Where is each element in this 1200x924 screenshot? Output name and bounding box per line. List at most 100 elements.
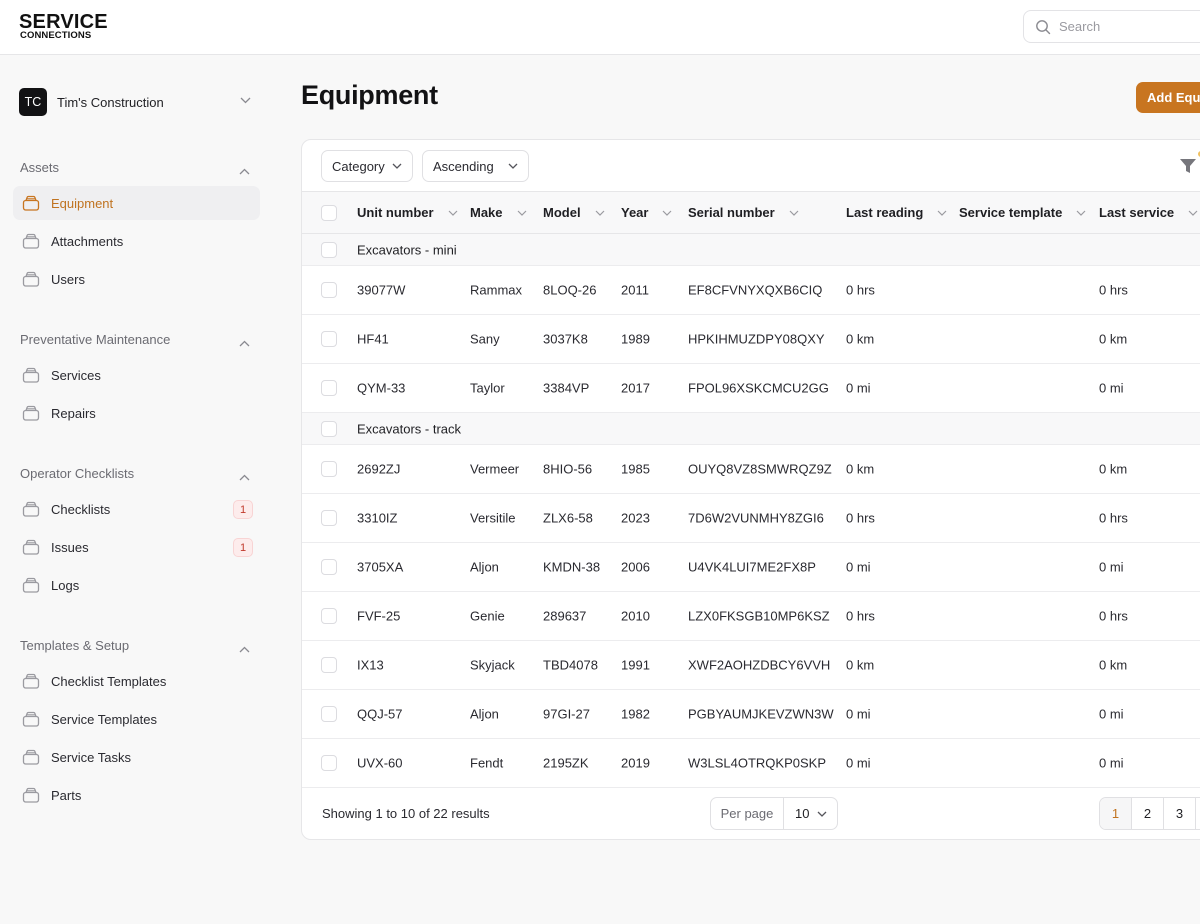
cell-unit-number: IX13: [357, 657, 384, 673]
table-row[interactable]: QYM-33 Taylor 3384VP 2017 FPOL96XSKCMCU2GG 0 …: [302, 364, 1200, 413]
group-by-dropdown[interactable]: Category: [321, 150, 413, 182]
cell-last-reading: 0 mi: [846, 380, 871, 396]
group-checkbox[interactable]: [321, 241, 337, 258]
row-checkbox[interactable]: [321, 657, 337, 673]
row-checkbox[interactable]: [321, 380, 337, 396]
table-row[interactable]: UVX-60 Fendt 2195ZK 2019 W3LSL4OTRQKP0SKP 0 m…: [302, 739, 1200, 788]
sidebar-item-label: Service Templates: [51, 711, 157, 727]
cell-last-service: 0 hrs: [1099, 608, 1128, 624]
sidebar-item-services[interactable]: Services: [13, 358, 260, 392]
section-title: Preventative Maintenance: [20, 331, 171, 347]
sidebar-item-service-templates[interactable]: Service Templates: [13, 702, 260, 736]
cell-serial-number: HPKIHMUZDPY08QXY: [688, 331, 825, 347]
box-icon: [22, 271, 40, 287]
sidebar-section-assets[interactable]: Assets: [20, 158, 260, 176]
table-row[interactable]: 2692ZJ Vermeer 8HIO-56 1985 OUYQ8VZ8SMWRQZ9Z…: [302, 445, 1200, 494]
search-input[interactable]: [1059, 19, 1199, 34]
select-all-checkbox[interactable]: [321, 205, 337, 221]
box-icon: [22, 711, 40, 727]
column-header-make[interactable]: Make: [470, 205, 527, 220]
row-checkbox[interactable]: [321, 559, 337, 575]
column-header-label: Make: [470, 205, 503, 220]
per-page-dropdown[interactable]: 10: [784, 798, 837, 829]
sort-chevron-icon: [782, 210, 799, 216]
sidebar-item-logs[interactable]: Logs: [13, 568, 260, 602]
table-row[interactable]: 3705XA Aljon KMDN-38 2006 U4VK4LUI7ME2FX8P 0 …: [302, 543, 1200, 592]
page-button-1[interactable]: 1: [1100, 798, 1132, 829]
column-header-label: Last service: [1099, 205, 1175, 220]
row-checkbox[interactable]: [321, 706, 337, 722]
table-row[interactable]: 3310IZ Versitile ZLX6-58 2023 7D6W2VUNMHY8ZG…: [302, 494, 1200, 543]
cell-last-service: 0 km: [1099, 331, 1128, 347]
table-row[interactable]: IX13 Skyjack TBD4078 1991 XWF2AOHZDBCY6VVH 0 …: [302, 641, 1200, 690]
cell-year: 1991: [621, 657, 650, 673]
sidebar-section-templates-setup[interactable]: Templates & Setup: [20, 636, 260, 654]
sidebar-section-operator-checklists[interactable]: Operator Checklists: [20, 464, 260, 482]
table-row[interactable]: HF41 Sany 3037K8 1989 HPKIHMUZDPY08QXY 0 km 0 …: [302, 315, 1200, 364]
sidebar-item-equipment[interactable]: Equipment: [13, 186, 260, 220]
box-icon: [22, 195, 40, 211]
sidebar-item-checklist-templates[interactable]: Checklist Templates: [13, 664, 260, 698]
brand-logo[interactable]: SERVICE CONNECTIONS: [19, 11, 109, 43]
sidebar-item-repairs[interactable]: Repairs: [13, 396, 260, 430]
column-header-label: Model: [543, 205, 581, 220]
column-header-serial-number[interactable]: Serial number: [688, 205, 799, 220]
row-checkbox[interactable]: [321, 461, 337, 477]
add-equipment-button[interactable]: Add Equipment: [1136, 82, 1200, 113]
sidebar-item-checklists[interactable]: Checklists 1: [13, 492, 260, 526]
cell-unit-number: HF41: [357, 331, 389, 347]
sidebar-item-service-tasks[interactable]: Service Tasks: [13, 740, 260, 774]
sort-chevron-icon: [1181, 210, 1198, 216]
cell-make: Genie: [470, 608, 505, 624]
org-switcher[interactable]: TC Tim's Construction: [19, 88, 259, 116]
sidebar-item-label: Equipment: [51, 195, 114, 211]
row-checkbox[interactable]: [321, 608, 337, 624]
group-row[interactable]: Excavators - track: [302, 413, 1200, 445]
sort-chevron-icon: [510, 210, 527, 216]
column-header-label: Serial number: [688, 205, 775, 220]
org-name: Tim's Construction: [57, 94, 164, 110]
row-checkbox[interactable]: [321, 510, 337, 526]
column-header-year[interactable]: Year: [621, 205, 672, 220]
column-header-last-service[interactable]: Last service: [1099, 205, 1198, 220]
sidebar-item-label: Repairs: [51, 405, 96, 421]
cell-serial-number: PGBYAUMJKEVZWN3W: [688, 706, 834, 722]
sidebar-section-preventative-maintenance[interactable]: Preventative Maintenance: [20, 330, 260, 348]
group-checkbox[interactable]: [321, 420, 337, 437]
table-row[interactable]: QQJ-57 Aljon 97GI-27 1982 PGBYAUMJKEVZWN3W 0 …: [302, 690, 1200, 739]
cell-last-service: 0 km: [1099, 657, 1128, 673]
cell-last-service: 0 mi: [1099, 755, 1124, 771]
sidebar-item-parts[interactable]: Parts: [13, 778, 260, 812]
table-row[interactable]: FVF-25 Genie 289637 2010 LZX0FKSGB10MP6KSZ 0 …: [302, 592, 1200, 641]
page-button-2[interactable]: 2: [1132, 798, 1164, 829]
column-header-unit-number[interactable]: Unit number: [357, 205, 458, 220]
sidebar-item-users[interactable]: Users: [13, 262, 260, 296]
cell-model: TBD4078: [543, 657, 598, 673]
sidebar-item-issues[interactable]: Issues 1: [13, 530, 260, 564]
table-row[interactable]: 39077W Rammax 8LOQ-26 2011 EF8CFVNYXQXB6CIQ 0…: [302, 266, 1200, 315]
table-footer: Showing 1 to 10 of 22 results Per page 1…: [302, 787, 1200, 839]
column-header-service-template[interactable]: Service template: [959, 205, 1086, 220]
cell-year: 2006: [621, 559, 650, 575]
row-checkbox[interactable]: [321, 331, 337, 347]
group-row[interactable]: Excavators - mini: [302, 234, 1200, 266]
sidebar-item-label: Checklists: [51, 501, 111, 517]
cell-year: 2023: [621, 510, 650, 526]
filter-icon[interactable]: [1178, 156, 1198, 176]
cell-model: 289637: [543, 608, 587, 624]
page-button-3[interactable]: 3: [1164, 798, 1196, 829]
row-checkbox[interactable]: [321, 755, 337, 771]
section-title: Operator Checklists: [20, 465, 135, 481]
column-header-last-reading[interactable]: Last reading: [846, 205, 947, 220]
column-header-model[interactable]: Model: [543, 205, 605, 220]
cell-last-service: 0 mi: [1099, 559, 1124, 575]
box-icon: [22, 749, 40, 765]
sidebar-item-attachments[interactable]: Attachments: [13, 224, 260, 258]
row-checkbox[interactable]: [321, 282, 337, 298]
cell-serial-number: XWF2AOHZDBCY6VVH: [688, 657, 831, 673]
cell-serial-number: EF8CFVNYXQXB6CIQ: [688, 282, 823, 298]
search-box[interactable]: [1023, 10, 1200, 43]
cell-make: Skyjack: [470, 657, 515, 673]
sidebar: TC Tim's Construction Assets Equipment Att…: [0, 56, 280, 924]
sort-order-dropdown[interactable]: Ascending: [422, 150, 529, 182]
